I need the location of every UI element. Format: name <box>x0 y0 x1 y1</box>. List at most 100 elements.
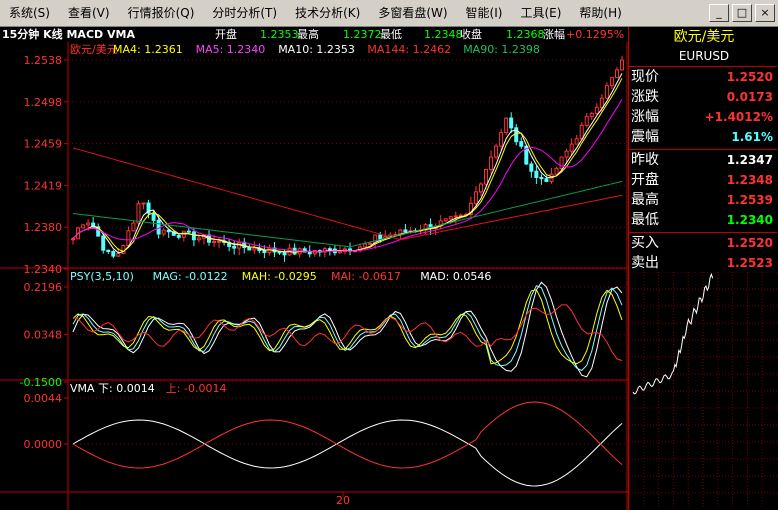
vma-down-line <box>72 419 623 487</box>
quote-value: 0.0173 <box>726 90 773 104</box>
price-tick-label-3: 1.2419 <box>24 179 63 192</box>
candle-body-82 <box>484 168 489 185</box>
candle-body-32 <box>232 245 237 249</box>
psy-mai-line <box>72 304 623 361</box>
open-label: 开盘 <box>215 28 237 41</box>
quote-row-1: 涨跌 0.0173 <box>629 87 777 107</box>
psy-mah-line <box>72 289 623 365</box>
period-label: 15分钟 K线 MACD VMA <box>2 28 135 41</box>
candle-body-100 <box>574 138 579 145</box>
psy-tick-label-2: -0.1500 <box>20 376 62 389</box>
candle-body-0 <box>71 238 75 241</box>
quote-value: +1.4012% <box>704 110 773 124</box>
minimize-button[interactable]: _ <box>709 4 729 22</box>
vma-legend-1: 上: -0.0014 <box>166 382 227 395</box>
kline-chart[interactable]: 1.2538 1.2498 1.2459 1.2419 1.2380 1.2340 0.21… <box>0 42 628 510</box>
vma-up-line <box>72 401 623 469</box>
menu-item-0[interactable]: 系统(S) <box>0 2 59 24</box>
candles <box>71 55 624 262</box>
candle-body-61 <box>378 234 383 240</box>
instrument-name: 欧元/美元 <box>673 29 735 45</box>
price-legend-5: MA90: 1.2398 <box>463 43 540 56</box>
candle-body-74 <box>443 218 448 222</box>
quote-info-bar: 15分钟 K线 MACD VMA 开盘 1.2353 最高 1.2372 最低 1.2348… <box>0 27 627 42</box>
candle-body-99 <box>569 143 574 152</box>
candle-body-101 <box>579 124 584 140</box>
quote-label: 最低 <box>631 212 659 228</box>
menu-item-1[interactable]: 查看(V) <box>59 2 119 24</box>
candle-body-8 <box>111 250 116 257</box>
candle-body-14 <box>141 202 146 205</box>
ma10-line <box>72 99 623 253</box>
candle-body-93 <box>539 176 544 180</box>
psy-legend-4: MAD: 0.0546 <box>420 270 491 283</box>
candle-body-36 <box>252 247 257 251</box>
close-value: 1.2368 <box>506 28 545 41</box>
close-label: 收盘 <box>460 28 482 41</box>
quote-row-9: 卖出 1.2523 <box>629 253 777 273</box>
candle-body-7 <box>106 249 111 252</box>
candle-body-9 <box>116 252 121 257</box>
price-legend-1: MA4: 1.2361 <box>113 43 183 56</box>
instrument-code: EURUSD <box>678 49 730 63</box>
candle-body-76 <box>453 215 458 218</box>
candle-body-2 <box>81 224 86 229</box>
price-legend-4: MA144: 1.2462 <box>367 43 451 56</box>
candle-body-75 <box>448 216 453 220</box>
quote-value: 1.2348 <box>726 173 773 187</box>
candle-body-28 <box>212 240 217 243</box>
candle-body-11 <box>126 230 131 247</box>
menu-item-7[interactable]: 工具(E) <box>511 2 570 24</box>
candle-body-89 <box>519 141 524 147</box>
menu-item-3[interactable]: 分时分析(T) <box>203 2 286 24</box>
candle-body-12 <box>131 222 136 232</box>
candle-body-98 <box>564 150 569 158</box>
high-label: 最高 <box>297 28 319 41</box>
side-divider-2 <box>629 232 777 233</box>
candle-body-85 <box>499 132 504 147</box>
quote-row-6: 最高 1.2539 <box>629 190 777 210</box>
price-tick-label-1: 1.2498 <box>24 96 63 109</box>
candle-body-109 <box>620 59 624 71</box>
menu-item-6[interactable]: 智能(I) <box>457 2 512 24</box>
quote-side-panel: 欧元/美元 EURUSD 现价 1.2520 涨跌 0.0173 涨幅 +1.4012% 震幅 1… <box>628 27 778 510</box>
psy-tick-label-0: 0.2196 <box>24 281 63 294</box>
restore-button[interactable]: □ <box>732 4 752 22</box>
menu-item-5[interactable]: 多窗看盘(W) <box>369 2 456 24</box>
quote-row-8: 买入 1.2520 <box>629 233 777 253</box>
quote-value: 1.2523 <box>726 256 773 270</box>
psy-legend-3: MAI: -0.0617 <box>331 270 401 283</box>
quote-label: 开盘 <box>631 172 659 188</box>
candle-body-13 <box>136 203 141 224</box>
menu-item-8[interactable]: 帮助(H) <box>570 2 630 24</box>
psy-mag-line <box>72 285 623 372</box>
quote-label: 昨收 <box>631 152 659 168</box>
quote-row-2: 涨幅 +1.4012% <box>629 107 777 127</box>
candle-body-51 <box>327 248 332 251</box>
vma-legend-0: VMA 下: 0.0014 <box>70 382 155 395</box>
candle-body-83 <box>489 156 494 170</box>
candle-body-96 <box>554 167 559 175</box>
candle-body-24 <box>191 231 196 241</box>
close-button[interactable]: × <box>755 4 775 22</box>
price-tick-label-5: 1.2340 <box>24 263 63 276</box>
candle-body-80 <box>473 191 478 204</box>
candle-body-106 <box>604 85 609 99</box>
mini-intraday-chart <box>629 272 777 507</box>
quote-label: 震幅 <box>631 129 659 145</box>
candle-body-21 <box>176 234 181 238</box>
quote-label: 涨跌 <box>631 89 659 105</box>
change-label: 涨幅 <box>543 28 565 41</box>
quote-row-3: 震幅 1.61% <box>629 127 777 147</box>
candle-body-58 <box>363 243 368 248</box>
quote-label: 涨幅 <box>631 109 659 125</box>
price-tick-label-0: 1.2538 <box>24 54 63 67</box>
menu-item-2[interactable]: 行情报价(Q) <box>119 2 204 24</box>
psy-legend-1: MAG: -0.0122 <box>153 270 228 283</box>
candle-body-105 <box>599 97 604 108</box>
quote-value: 1.2520 <box>726 70 773 84</box>
quote-value: 1.61% <box>731 130 773 144</box>
menu-item-4[interactable]: 技术分析(K) <box>286 2 369 24</box>
quote-label: 卖出 <box>631 255 659 271</box>
change-value: +0.1295% <box>566 28 625 41</box>
